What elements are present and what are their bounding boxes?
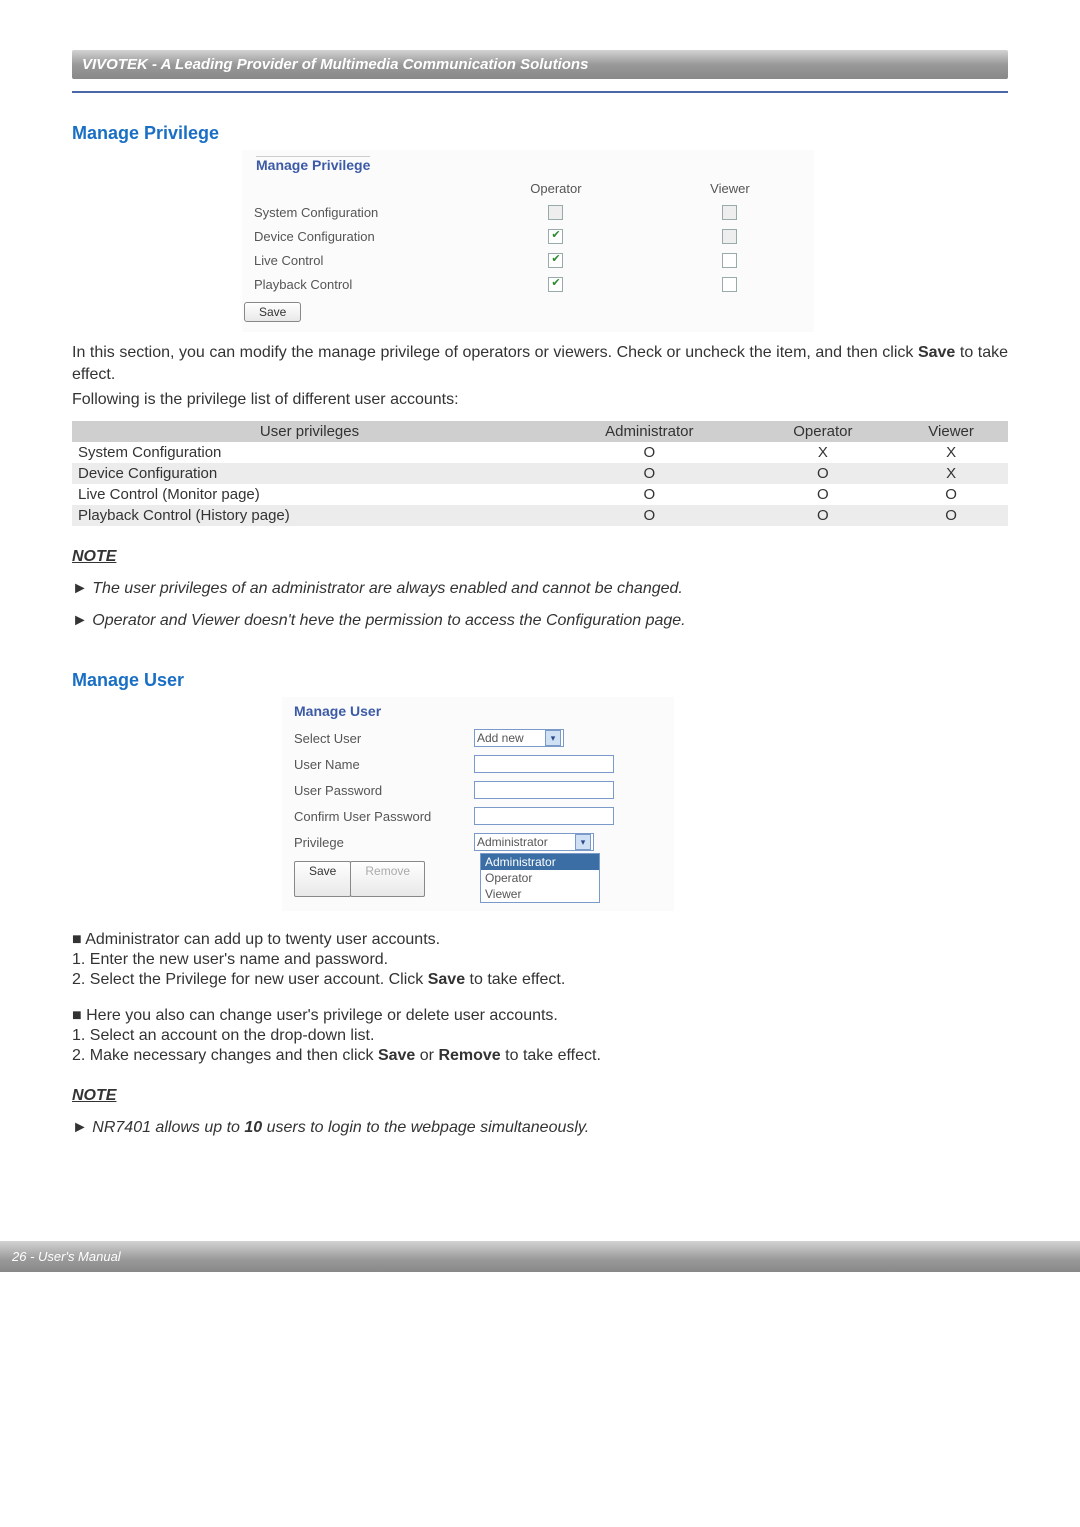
checkbox-playback-operator[interactable]: ✔ bbox=[548, 277, 563, 292]
privilege-dropdown-open[interactable]: Administrator Operator Viewer bbox=[480, 853, 600, 903]
note-line-2: ► Operator and Viewer doesn't heve the p… bbox=[72, 612, 1008, 630]
row-device-config-label: Device Configuration bbox=[248, 224, 460, 248]
user-name-input[interactable] bbox=[474, 755, 614, 773]
save-button[interactable]: Save bbox=[244, 302, 301, 322]
note-heading-2: NOTE bbox=[72, 1087, 1008, 1105]
save-user-button[interactable]: Save bbox=[294, 861, 351, 897]
checkbox-devconfig-operator[interactable]: ✔ bbox=[548, 229, 563, 244]
select-user-label: Select User bbox=[294, 731, 474, 746]
user-password-input[interactable] bbox=[474, 781, 614, 799]
user-name-label: User Name bbox=[294, 757, 474, 772]
privilege-dropdown[interactable]: Administrator ▾ bbox=[474, 833, 594, 851]
option-operator[interactable]: Operator bbox=[481, 870, 599, 886]
th-operator: Operator bbox=[752, 421, 895, 442]
confirm-password-label: Confirm User Password bbox=[294, 809, 474, 824]
header-divider bbox=[72, 91, 1008, 93]
section-manage-privilege-title: Manage Privilege bbox=[72, 123, 1008, 144]
manage-user-legend: Manage User bbox=[294, 703, 668, 719]
table-row: Playback Control (History page) O O O bbox=[72, 505, 1008, 526]
select-user-dropdown[interactable]: Add new ▾ bbox=[474, 729, 564, 747]
checkbox-sysconfig-operator bbox=[548, 205, 563, 220]
checkbox-playback-viewer[interactable] bbox=[722, 277, 737, 292]
remove-user-button[interactable]: Remove bbox=[350, 861, 425, 897]
checkbox-live-viewer[interactable] bbox=[722, 253, 737, 268]
option-viewer[interactable]: Viewer bbox=[481, 886, 599, 902]
privilege-table: User privileges Administrator Operator V… bbox=[72, 421, 1008, 526]
note-line-3: ► NR7401 allows up to 10 users to login … bbox=[72, 1119, 1008, 1137]
manage-privilege-panel: Manage Privilege Operator Viewer System … bbox=[242, 150, 814, 332]
note-line-1: ► The user privileges of an administrato… bbox=[72, 580, 1008, 598]
privilege-label: Privilege bbox=[294, 835, 474, 850]
instructions-edit-user: ■ Here you also can change user's privil… bbox=[72, 1007, 1008, 1065]
table-row: Live Control (Monitor page) O O O bbox=[72, 484, 1008, 505]
user-password-label: User Password bbox=[294, 783, 474, 798]
th-administrator: Administrator bbox=[547, 421, 752, 442]
row-playback-control-label: Playback Control bbox=[248, 272, 460, 296]
instructions-add-user: ■ Administrator can add up to twenty use… bbox=[72, 931, 1008, 989]
table-row: Device Configuration O O X bbox=[72, 463, 1008, 484]
row-system-config-label: System Configuration bbox=[248, 200, 460, 224]
note-heading-1: NOTE bbox=[72, 548, 1008, 566]
row-live-control-label: Live Control bbox=[248, 248, 460, 272]
manage-privilege-legend: Manage Privilege bbox=[256, 156, 370, 173]
confirm-password-input[interactable] bbox=[474, 807, 614, 825]
chevron-down-icon: ▾ bbox=[545, 730, 561, 746]
chevron-down-icon: ▾ bbox=[575, 834, 591, 850]
option-administrator[interactable]: Administrator bbox=[481, 854, 599, 870]
page-header: VIVOTEK - A Leading Provider of Multimed… bbox=[72, 50, 1008, 79]
col-operator: Operator bbox=[460, 177, 652, 200]
col-viewer: Viewer bbox=[652, 177, 808, 200]
checkbox-sysconfig-viewer bbox=[722, 205, 737, 220]
manage-user-panel: Manage User Select User Add new ▾ User N… bbox=[282, 697, 674, 911]
section-manage-user-title: Manage User bbox=[72, 670, 1008, 691]
page-footer: 26 - User's Manual bbox=[0, 1241, 1080, 1272]
para-intro: In this section, you can modify the mana… bbox=[72, 342, 1008, 385]
checkbox-devconfig-viewer bbox=[722, 229, 737, 244]
table-row: System Configuration O X X bbox=[72, 442, 1008, 463]
th-viewer: Viewer bbox=[894, 421, 1008, 442]
checkbox-live-operator[interactable]: ✔ bbox=[548, 253, 563, 268]
para-following: Following is the privilege list of diffe… bbox=[72, 389, 1008, 411]
th-user-privileges: User privileges bbox=[72, 421, 547, 442]
